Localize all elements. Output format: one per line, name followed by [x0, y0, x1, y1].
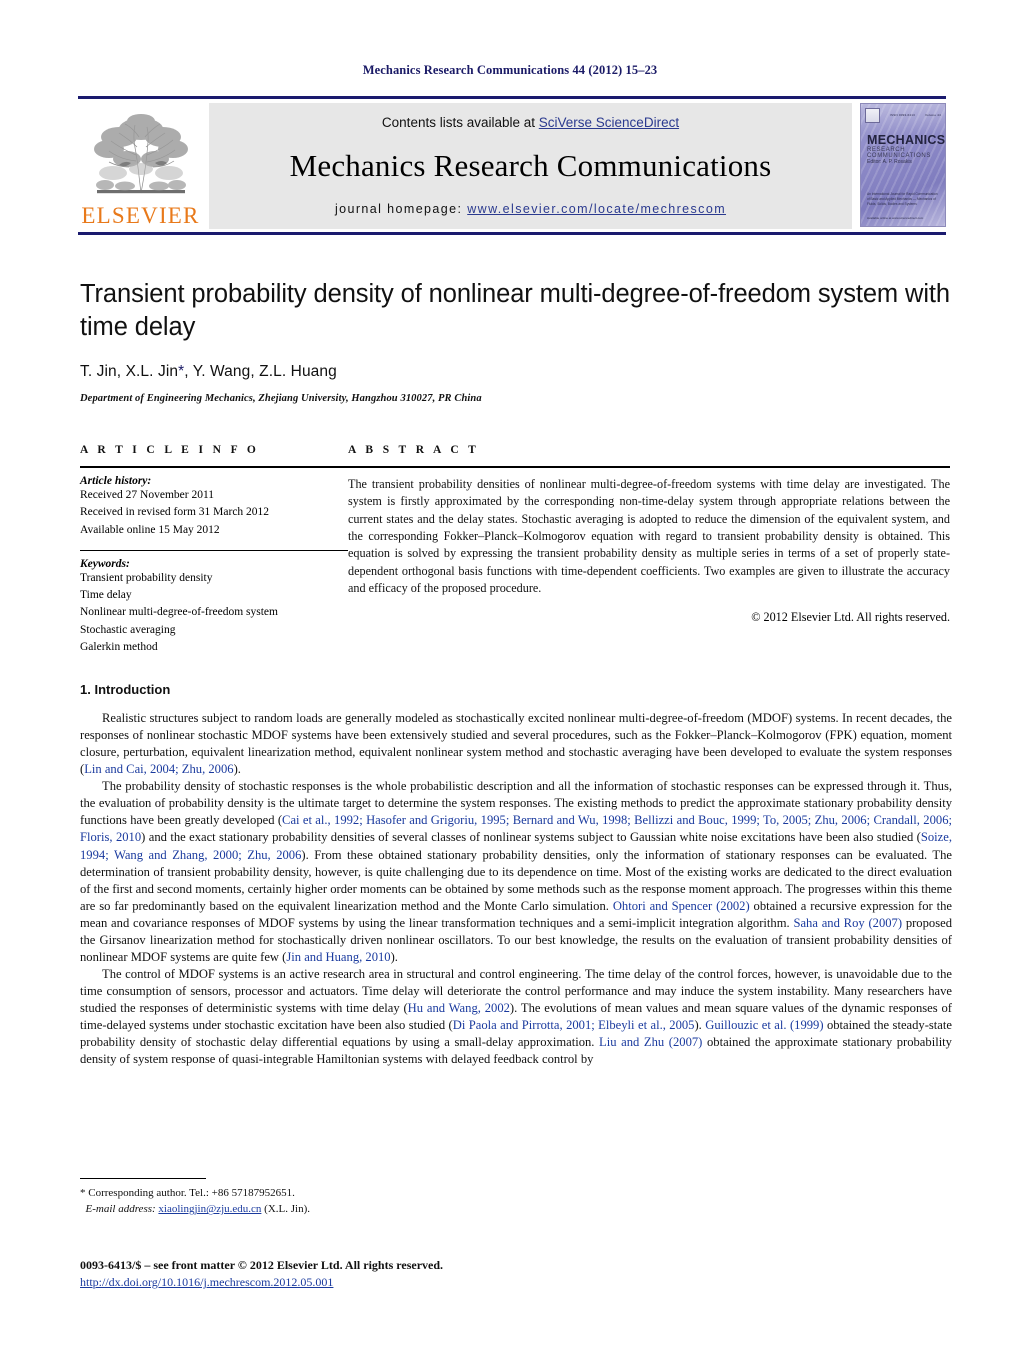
cover-subtitle: RESEARCH COMMUNICATIONS: [867, 147, 931, 159]
citation-link[interactable]: Saha and Roy (2007): [793, 916, 902, 930]
email-suffix: (X.L. Jin).: [261, 1203, 310, 1216]
author-list: T. Jin, X.L. Jin*, Y. Wang, Z.L. Huang: [80, 363, 950, 381]
journal-banner: ELSEVIER Contents lists available at Sci…: [78, 96, 946, 235]
footnote-block: * Corresponding author. Tel.: +86 571879…: [80, 1178, 520, 1218]
citation-link[interactable]: Hu and Wang, 2002: [408, 1001, 510, 1015]
cover-blurb: An International Journal for Rapid Commu…: [867, 192, 938, 206]
journal-article-page: Mechanics Research Communications 44 (20…: [0, 0, 1020, 1351]
article-history-label: Article history:: [80, 475, 152, 487]
citation-link[interactable]: Di Paola and Pirrotta, 2001; Elbeyli et …: [453, 1018, 695, 1032]
citation-link[interactable]: Ohtori and Spencer (2002): [613, 899, 750, 913]
page-title: Transient probability density of nonline…: [80, 280, 950, 342]
journal-homepage-link[interactable]: www.elsevier.com/locate/mechrescom: [467, 202, 726, 216]
authors-tail: , Y. Wang, Z.L. Huang: [184, 363, 337, 381]
elsevier-logo: ELSEVIER: [78, 103, 203, 229]
journal-homepage-line: journal homepage: www.elsevier.com/locat…: [335, 202, 726, 216]
banner-top-rule: [78, 96, 946, 99]
journal-cover-image: ISSN 0093-6413 Volume 44 MECHANICS RESEA…: [860, 103, 946, 227]
keyword-item: Galerkin method: [80, 640, 158, 653]
article-info-column: A R T I C L E I N F O Article history: R…: [80, 444, 348, 656]
article-info-heading: A R T I C L E I N F O: [80, 444, 260, 456]
keyword-item: Nonlinear multi-degree-of-freedom system: [80, 606, 278, 619]
paragraph-text: ).: [694, 1018, 706, 1033]
keywords-label: Keywords:: [80, 557, 130, 570]
introduction-section: 1. Introduction Realistic structures sub…: [80, 682, 952, 1068]
contents-line: Contents lists available at SciVerse Sci…: [382, 115, 679, 130]
elsevier-tree-icon: [88, 107, 193, 203]
journal-title: Mechanics Research Communications: [289, 148, 772, 183]
running-head: Mechanics Research Communications 44 (20…: [362, 63, 658, 77]
paragraph-text: ) and the exact stationary probability d…: [141, 830, 921, 845]
banner-bottom-rule: [78, 232, 946, 235]
elsevier-wordmark: ELSEVIER: [81, 203, 200, 228]
cover-footer-text: Available online at www.sciencedirect.co…: [867, 215, 924, 220]
citation-link[interactable]: Jin and Huang, 2010: [286, 950, 390, 964]
body-paragraph: The control of MDOF systems is an active…: [80, 966, 952, 1068]
article-history-online: Available online 15 May 2012: [80, 523, 220, 536]
banner-body: ELSEVIER Contents lists available at Sci…: [78, 103, 946, 229]
cover-title: MECHANICS: [867, 133, 946, 147]
email-note: E-mail address: xiaolingjin@zju.edu.cn (…: [80, 1201, 520, 1217]
email-label: E-mail address:: [85, 1203, 156, 1216]
paragraph-text: ).: [233, 762, 241, 777]
corresponding-author-note: * Corresponding author. Tel.: +86 571879…: [80, 1187, 295, 1199]
email-link[interactable]: xiaolingjin@zju.edu.cn: [158, 1203, 261, 1215]
body-paragraph: Realistic structures subject to random l…: [80, 710, 952, 778]
article-info-rule: [80, 466, 348, 468]
cover-topbar: ISSN 0093-6413 Volume 44: [865, 107, 941, 123]
abstract-copyright: © 2012 Elsevier Ltd. All rights reserved…: [751, 610, 950, 625]
sciencedirect-link[interactable]: SciVerse ScienceDirect: [539, 115, 679, 130]
abstract-heading: A B S T R A C T: [348, 444, 480, 456]
article-history-revised: Received in revised form 31 March 2012: [80, 506, 270, 519]
footnote-rule: [80, 1178, 206, 1179]
introduction-paragraphs: Realistic structures subject to random l…: [80, 710, 952, 1068]
title-block: Transient probability density of nonline…: [80, 278, 950, 404]
section-heading-introduction: 1. Introduction: [80, 682, 171, 697]
abstract-text: The transient probability densities of n…: [348, 477, 950, 595]
cover-elsevier-mark-icon: [865, 107, 880, 123]
journal-cover-thumbnail: ISSN 0093-6413 Volume 44 MECHANICS RESEA…: [860, 103, 946, 229]
keyword-item: Stochastic averaging: [80, 623, 176, 636]
cover-editor: Editor: A. P. Rosakis: [867, 159, 912, 165]
abstract-column: A B S T R A C T The transient probabilit…: [348, 444, 950, 656]
info-abstract-columns: A R T I C L E I N F O Article history: R…: [80, 444, 950, 656]
keyword-item: Time delay: [80, 589, 132, 601]
contents-prefix: Contents lists available at: [381, 115, 539, 130]
page-footer: 0093-6413/$ – see front matter © 2012 El…: [80, 1258, 700, 1291]
doi-link[interactable]: http://dx.doi.org/10.1016/j.mechrescom.2…: [80, 1275, 333, 1289]
keywords-rule: [80, 549, 348, 551]
abstract-rule: [348, 466, 950, 468]
citation-link[interactable]: Lin and Cai, 2004; Zhu, 2006: [84, 762, 233, 776]
journal-banner-center: Contents lists available at SciVerse Sci…: [209, 103, 852, 229]
homepage-prefix: journal homepage:: [334, 202, 468, 216]
paragraph-text: ).: [390, 949, 398, 964]
citation-link[interactable]: Guillouzic et al. (1999): [705, 1018, 823, 1032]
issn-copyright-line: 0093-6413/$ – see front matter © 2012 El…: [80, 1258, 444, 1272]
cover-issn: ISSN 0093-6413: [890, 113, 915, 117]
cover-volume: Volume 44: [925, 113, 941, 117]
authors-head: T. Jin, X.L. Jin: [80, 363, 179, 381]
body-paragraph: The probability density of stochastic re…: [80, 778, 952, 966]
citation-link[interactable]: Liu and Zhu (2007): [599, 1035, 702, 1049]
article-history-received: Received 27 November 2011: [80, 489, 215, 501]
keyword-item: Transient probability density: [80, 571, 213, 584]
affiliation: Department of Engineering Mechanics, Zhe…: [80, 393, 482, 405]
